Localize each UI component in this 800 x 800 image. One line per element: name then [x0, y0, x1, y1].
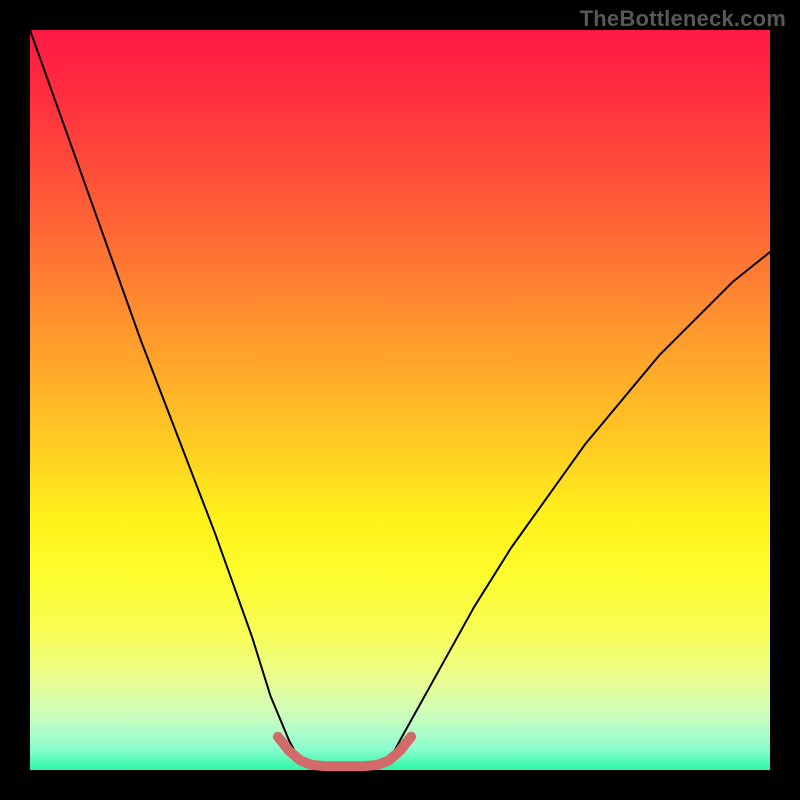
chart-frame: TheBottleneck.com [0, 0, 800, 800]
plot-svg [30, 30, 770, 770]
curve-bottom-u [278, 737, 411, 767]
watermark-text: TheBottleneck.com [580, 6, 786, 32]
curve-right [389, 252, 770, 761]
curve-left [30, 30, 300, 761]
